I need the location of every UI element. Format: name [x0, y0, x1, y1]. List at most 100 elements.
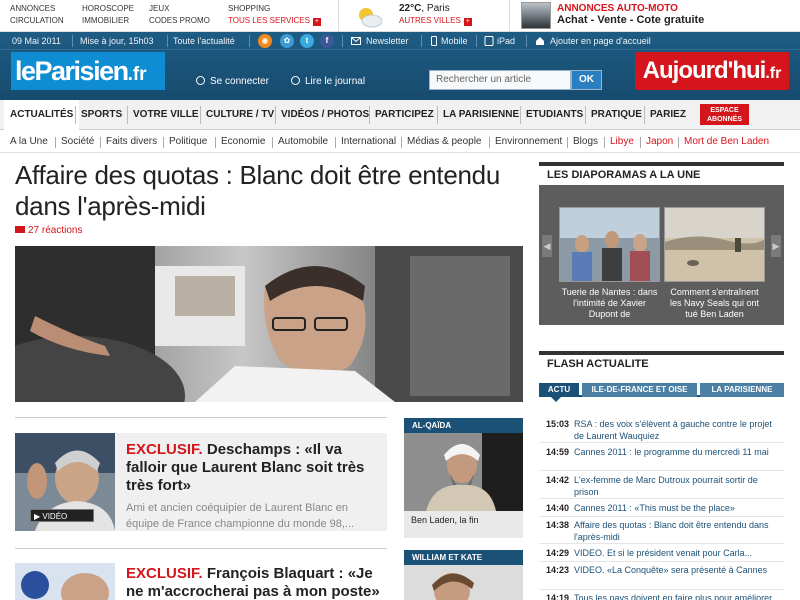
- newsletter-link[interactable]: Newsletter: [366, 36, 409, 46]
- section-divider: [15, 548, 387, 549]
- news-time: 14:38: [546, 520, 570, 530]
- diaporama-caption-nantes[interactable]: Tuerie de Nantes : dans l'intimité de Xa…: [559, 287, 660, 320]
- carousel-next-arrow[interactable]: ▶: [771, 235, 781, 257]
- nav-etudiants[interactable]: Etudiants: [526, 100, 583, 130]
- search-input[interactable]: Rechercher un article: [429, 70, 571, 90]
- article-card-deschamps[interactable]: ▶ VIDÉO EXCLUSIF. Deschamps : «Il va fal…: [15, 433, 387, 531]
- link-jeux[interactable]: Jeux: [149, 3, 210, 15]
- article-thumbnail[interactable]: ▶ VIDÉO: [15, 433, 115, 531]
- link-codes-promo[interactable]: Codes promo: [149, 15, 210, 27]
- facebook-icon[interactable]: f: [320, 34, 334, 48]
- all-news-link[interactable]: Toute l'actualité: [173, 36, 235, 46]
- subnav-ben-laden[interactable]: Mort de Ben Laden: [684, 136, 769, 147]
- tab-ile-de-france[interactable]: Ile-de-France et Oise: [582, 383, 697, 397]
- hero-photo[interactable]: [15, 246, 523, 402]
- auto-moto-subtitle[interactable]: Achat - Vente - Cote gratuite: [557, 14, 704, 26]
- link-immobilier[interactable]: Immobilier: [82, 15, 134, 27]
- current-date: 09 Mai 2011: [12, 36, 61, 46]
- home-icon: [536, 37, 544, 45]
- nav-sports[interactable]: Sports: [81, 100, 122, 130]
- connect-link[interactable]: Se connecter: [196, 76, 269, 87]
- link-circulation[interactable]: Circulation: [10, 15, 64, 27]
- diaporama-caption-navy-seals[interactable]: Comment s'entraînent les Navy Seals qui …: [664, 287, 765, 320]
- separator: [215, 137, 216, 148]
- link-horoscope[interactable]: Horoscope: [82, 3, 134, 15]
- nav-pratique[interactable]: Pratique: [591, 100, 642, 130]
- main-navigation: Actualités Sports Votre ville Culture / …: [0, 100, 800, 130]
- subnav-blogs[interactable]: Blogs: [573, 136, 598, 147]
- main-headline[interactable]: Affaire des quotas : Blanc doit être ent…: [15, 160, 527, 222]
- royal-couple-photo: [404, 565, 523, 600]
- tab-actu[interactable]: Actu: [539, 383, 579, 397]
- subnav-societe[interactable]: Société: [61, 136, 94, 147]
- separator: [200, 106, 201, 124]
- article-card-blaquart[interactable]: EXCLUSIF. François Blaquart : «Je ne m'a…: [15, 563, 387, 600]
- nav-participez[interactable]: Participez: [375, 100, 434, 130]
- article-thumbnail[interactable]: [15, 563, 115, 600]
- search-button[interactable]: OK: [571, 70, 602, 90]
- news-divider: [539, 470, 784, 471]
- ben-laden-photo: [404, 433, 523, 511]
- share-icon[interactable]: ✿: [280, 34, 294, 48]
- car-thumbnail[interactable]: [521, 2, 551, 29]
- article-title[interactable]: EXCLUSIF. François Blaquart : «Je ne m'a…: [126, 565, 381, 600]
- update-time: Mise à jour, 15h03: [80, 36, 154, 46]
- nav-videos-photos[interactable]: Vidéos / Photos: [281, 100, 369, 130]
- subnav-japon[interactable]: Japon: [646, 136, 673, 147]
- rss-icon[interactable]: ◉: [258, 34, 272, 48]
- link-all-services[interactable]: Tous les services +: [228, 15, 321, 27]
- link-shopping[interactable]: Shopping: [228, 3, 321, 15]
- nav-actualites[interactable]: Actualités: [4, 100, 80, 130]
- link-annonces[interactable]: Annonces: [10, 3, 64, 15]
- nav-votre-ville[interactable]: Votre ville: [133, 100, 199, 130]
- twitter-icon[interactable]: t: [300, 34, 314, 48]
- article-title[interactable]: EXCLUSIF. Deschamps : «Il va falloir que…: [126, 441, 381, 495]
- william-kate-box[interactable]: William et Kate: [404, 550, 523, 600]
- car-driver-photo: [15, 246, 523, 402]
- separator: [75, 106, 76, 124]
- carousel-prev-arrow[interactable]: ◀: [542, 235, 552, 257]
- video-label: VIDÉO: [42, 512, 68, 521]
- diaporama-thumb-nantes[interactable]: [559, 207, 660, 282]
- subnav-environnement[interactable]: Environnement: [495, 136, 562, 147]
- le-parisien-logo[interactable]: leParisien.fr: [11, 52, 165, 90]
- add-homepage-link[interactable]: Ajouter en page d'accueil: [550, 36, 651, 46]
- weather-temperature: 22°C, Paris: [399, 3, 450, 14]
- tab-la-parisienne[interactable]: La Parisienne: [700, 383, 784, 397]
- weather-widget[interactable]: 22°C, Paris Autres villes +: [338, 0, 510, 32]
- news-text: RSA : des voix s'élèvent à gauche contre…: [574, 419, 772, 441]
- subnav-automobile[interactable]: Automobile: [278, 136, 328, 147]
- subnav-a-la-une[interactable]: A la Une: [10, 136, 48, 147]
- article-summary: Ami et ancien coéquipier de Laurent Blan…: [126, 502, 355, 530]
- subnav-economie[interactable]: Economie: [221, 136, 265, 147]
- nav-pariez[interactable]: Pariez: [650, 100, 686, 130]
- other-cities-link[interactable]: Autres villes +: [399, 16, 472, 26]
- read-journal-link[interactable]: Lire le journal: [291, 76, 365, 87]
- subnav-politique[interactable]: Politique: [169, 136, 207, 147]
- read-journal-label: Lire le journal: [305, 76, 366, 87]
- ipad-link[interactable]: iPad: [497, 36, 515, 46]
- news-text: Cannes 2011 : «This must be the place»: [574, 503, 735, 513]
- box-caption[interactable]: Ben Laden, la fin: [404, 511, 523, 529]
- reactions-link[interactable]: 27 réactions: [15, 225, 82, 236]
- auto-moto-title[interactable]: Annonces auto-moto: [557, 3, 678, 14]
- services-col-2: Horoscope Immobilier: [82, 3, 134, 27]
- nav-culture-tv[interactable]: Culture / TV: [206, 100, 274, 130]
- subnav-international[interactable]: International: [341, 136, 396, 147]
- nav-la-parisienne[interactable]: La Parisienne: [443, 100, 519, 130]
- video-badge[interactable]: ▶ VIDÉO: [30, 509, 94, 522]
- subnav-libye[interactable]: Libye: [610, 136, 634, 147]
- espace-abonnes-button[interactable]: Espace abonnés: [700, 104, 749, 125]
- news-divider: [539, 589, 784, 590]
- subnav-faits-divers[interactable]: Faits divers: [106, 136, 157, 147]
- al-qaida-box[interactable]: Al-Qaïda Ben Laden, la fin: [404, 418, 523, 538]
- top-service-bar: Annonces Circulation Horoscope Immobilie…: [0, 0, 800, 32]
- subnav-medias-people[interactable]: Médias & people: [407, 136, 482, 147]
- exclusive-tag: EXCLUSIF.: [126, 565, 203, 582]
- diaporama-thumb-navy-seals[interactable]: [664, 207, 765, 282]
- separator: [520, 106, 521, 124]
- aujourdhui-logo[interactable]: Aujourd'hui.fr: [635, 52, 789, 90]
- mobile-link[interactable]: Mobile: [441, 36, 468, 46]
- services-col-4: Shopping Tous les services +: [228, 3, 321, 27]
- plus-icon: +: [463, 18, 472, 26]
